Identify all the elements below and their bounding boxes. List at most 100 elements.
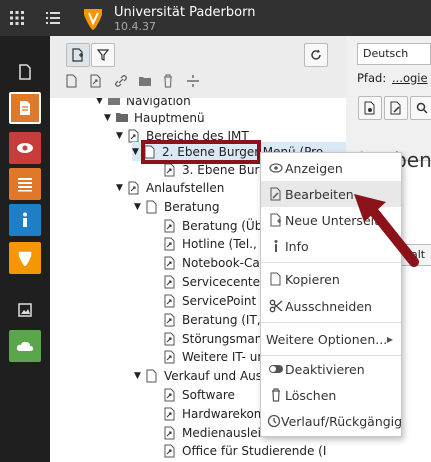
tree-item[interactable]: Weitere IT- ur <box>162 347 262 366</box>
expand-arrow-icon[interactable]: ▼ <box>116 131 126 141</box>
folder-icon <box>106 98 122 109</box>
new-page-toggle-button[interactable] <box>66 43 90 67</box>
shortcut-page-icon <box>162 331 178 347</box>
tree-item-label: Weitere IT- ur <box>182 349 263 364</box>
image-icon <box>18 303 32 317</box>
link-icon[interactable] <box>114 74 128 88</box>
tree-item[interactable]: ServicePoint <box>162 291 256 310</box>
menu-item-label: Weitere Optionen... <box>266 331 388 347</box>
tree-item-label: Hotline (Tel., E <box>182 236 269 251</box>
expand-arrow-icon[interactable]: ▼ <box>96 98 106 106</box>
app-grid-icon[interactable] <box>8 9 26 27</box>
copy-icon <box>267 272 285 286</box>
tree-item[interactable]: ▼ Anlaufstellen <box>116 178 224 197</box>
menu-item-view[interactable]: Anzeigen <box>261 155 401 181</box>
cloud-icon <box>16 341 34 351</box>
expand-arrow-icon[interactable]: ▼ <box>116 183 126 193</box>
top-bar: Universität Paderborn 10.4.37 <box>0 0 431 36</box>
shortcut-page-icon <box>162 274 178 290</box>
tree-item[interactable]: Beratung (Üb <box>162 216 262 235</box>
tree-item[interactable]: Office für Studierende (I <box>162 441 326 460</box>
menu-item-more-options[interactable]: Weitere Optionen... ▶ <box>261 326 401 352</box>
tree-item[interactable]: ▼ Verkauf und Aus <box>134 366 262 385</box>
menu-item-label: Verlauf/Rückgängig <box>281 413 403 429</box>
shortcut-page-icon <box>126 180 142 196</box>
trash-icon[interactable] <box>162 74 174 88</box>
tree-item-label: Hardwarekom <box>182 406 266 421</box>
module-file-button[interactable] <box>9 56 41 88</box>
menu-item-label: Ausschneiden <box>285 298 372 314</box>
typo3-icon <box>18 251 32 267</box>
menu-item-history[interactable]: Verlauf/Rückgängig <box>261 408 403 434</box>
typo3-logo-icon[interactable] <box>82 5 104 31</box>
tree-item-label: Beratung (Üb <box>182 218 263 233</box>
history-icon <box>267 414 281 428</box>
eye-icon <box>267 163 285 173</box>
document-icon <box>19 64 31 80</box>
module-page-button[interactable] <box>9 92 41 124</box>
expand-arrow-icon[interactable]: ▼ <box>134 371 144 381</box>
shortcut-page-icon <box>162 406 178 422</box>
shortcut-page-icon <box>162 425 178 441</box>
menu-item-delete[interactable]: Löschen <box>261 382 401 408</box>
tree-item[interactable]: ▼ Beratung <box>134 197 219 216</box>
search-icon <box>416 102 428 114</box>
tree-item[interactable]: Notebook-Cafe <box>162 253 271 272</box>
module-view-button[interactable] <box>9 132 41 164</box>
module-cloud-button[interactable] <box>9 330 41 362</box>
page-icon <box>144 368 160 384</box>
page-icon <box>144 199 160 215</box>
language-select[interactable]: Deutsch <box>357 43 431 65</box>
site-version: 10.4.37 <box>114 20 156 33</box>
menu-item-deactivate[interactable]: Deaktivieren <box>261 356 401 382</box>
divider-icon[interactable] <box>186 74 200 88</box>
tree-item[interactable]: Software <box>162 385 235 404</box>
menu-item-label: Löschen <box>285 387 337 403</box>
refresh-button[interactable] <box>304 43 328 67</box>
content-header: Deutsch Pfad: ...ogie <box>346 36 431 161</box>
expand-arrow-icon[interactable]: ▼ <box>104 113 114 123</box>
page-icon <box>20 101 30 115</box>
menu-item-label: Kopieren <box>285 271 340 287</box>
module-media-button[interactable] <box>9 294 41 326</box>
menu-item-cut[interactable]: Ausschneiden <box>261 293 401 319</box>
view-page-icon <box>364 101 375 115</box>
highlight-box <box>141 140 261 164</box>
tree-item[interactable]: ▼ Hauptmenü <box>104 108 205 127</box>
module-info-button[interactable] <box>9 204 41 236</box>
tree-item[interactable]: Hardwarekom <box>162 404 266 423</box>
tree-item-label: Verkauf und Aus <box>164 368 263 383</box>
module-list-button[interactable] <box>9 168 41 200</box>
search-button[interactable] <box>410 96 431 120</box>
tree-item-label: Beratung <box>164 199 220 214</box>
shortcut-page-icon[interactable] <box>90 74 102 88</box>
module-typo3-button[interactable] <box>9 242 41 274</box>
tree-item-label: ServicePoint <box>182 293 257 308</box>
view-page-button[interactable] <box>358 96 382 120</box>
menu-item-label: Info <box>285 238 309 254</box>
tree-item[interactable]: Servicecenter <box>162 272 265 291</box>
path-value[interactable]: ...ogie <box>392 71 428 85</box>
tree-item[interactable]: Medienausleih <box>162 423 269 442</box>
edit-page-button[interactable] <box>384 96 408 120</box>
site-name: Universität Paderborn <box>114 5 256 20</box>
tree-item[interactable]: Beratung (IT, <box>162 310 261 329</box>
refresh-icon <box>311 49 321 60</box>
menu-item-label: Deaktivieren <box>285 361 365 377</box>
menu-item-label: Bearbeiten <box>285 186 354 202</box>
shortcut-page-icon <box>162 349 178 365</box>
filter-icon <box>97 49 109 61</box>
edit-page-icon <box>390 101 401 115</box>
expand-arrow-icon[interactable]: ▼ <box>134 202 144 212</box>
shortcut-page-icon <box>162 312 178 328</box>
page-icon[interactable] <box>66 74 78 88</box>
toggle-icon <box>267 364 285 374</box>
tree-item-label: Anlaufstellen <box>146 180 225 195</box>
tree-item[interactable]: Hotline (Tel., E <box>162 234 268 253</box>
filter-button[interactable] <box>91 43 115 67</box>
folder-icon[interactable] <box>138 75 152 87</box>
edit-icon <box>267 187 285 201</box>
annotation-arrow-icon <box>354 194 419 267</box>
tree-item[interactable]: Störungsman <box>162 329 262 348</box>
list-toggle-icon[interactable] <box>44 9 62 27</box>
